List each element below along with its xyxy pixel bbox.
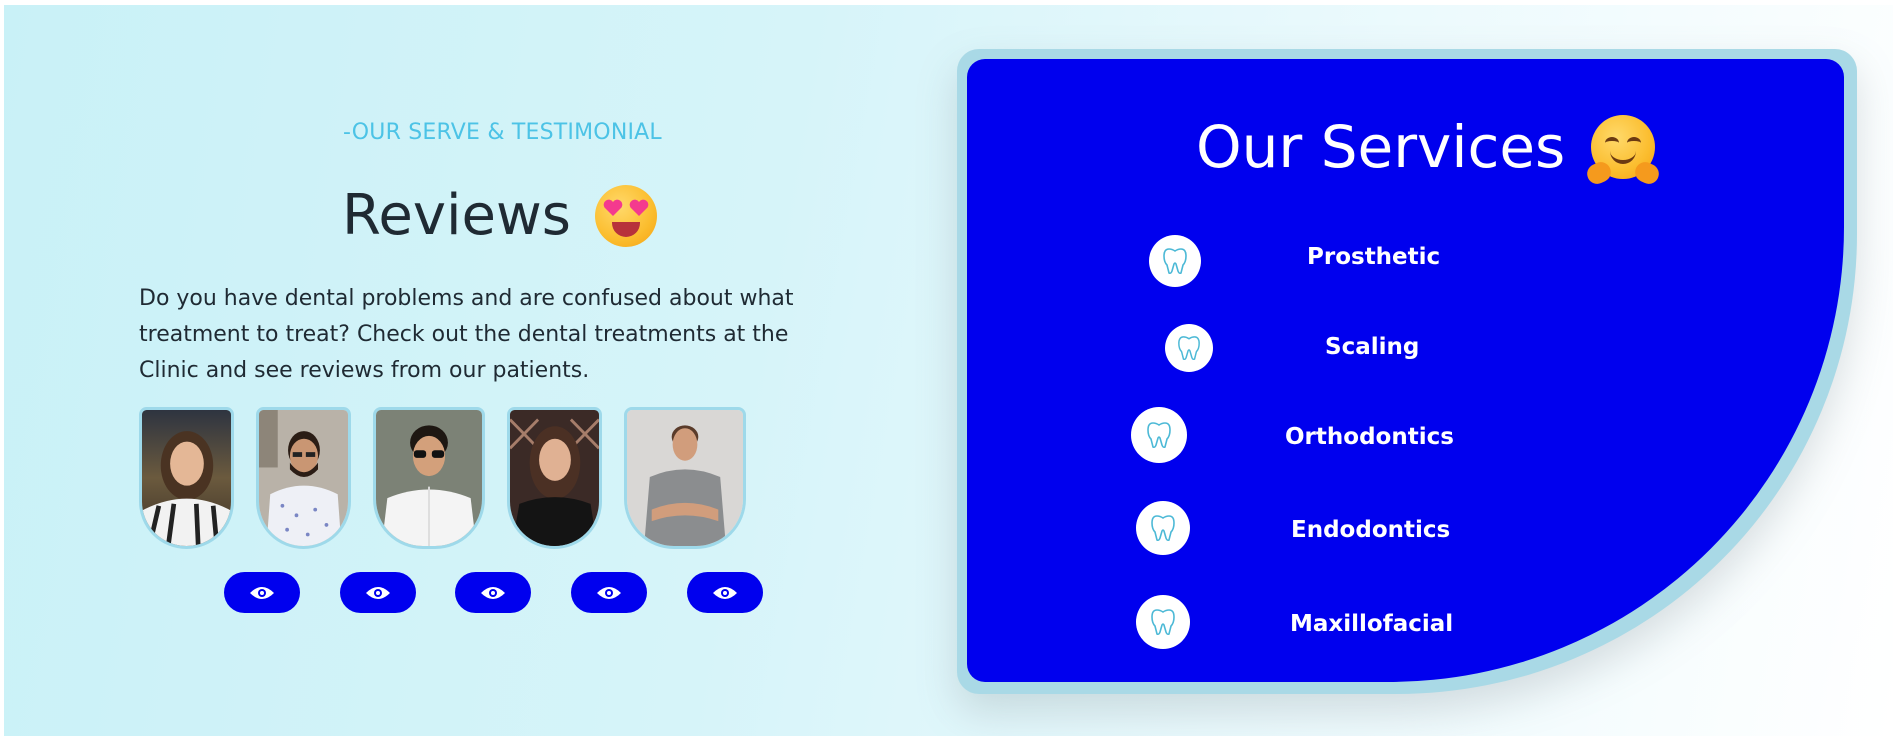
service-label-prosthetic: Prosthetic [1307, 244, 1441, 270]
patient-avatar-1 [139, 407, 234, 549]
reviews-title-text: Reviews [342, 183, 571, 248]
service-item-scaling[interactable] [1165, 324, 1213, 372]
eye-icon [481, 586, 505, 599]
service-item-prosthetic[interactable] [1149, 235, 1201, 287]
tooth-icon [1165, 324, 1213, 372]
view-review-button-3[interactable] [455, 572, 531, 613]
view-review-button-5[interactable] [687, 572, 763, 613]
service-label-scaling: Scaling [1325, 334, 1420, 360]
services-heading: Our Services [1196, 113, 1663, 188]
page-background: -OUR SERVE & TESTIMONIAL Reviews Do you … [4, 5, 1893, 736]
section-eyebrow: -OUR SERVE & TESTIMONIAL [343, 120, 662, 145]
reviews-description: Do you have dental problems and are conf… [139, 286, 794, 383]
service-label-endodontics: Endodontics [1291, 517, 1451, 543]
service-label-orthodontics: Orthodontics [1285, 424, 1454, 450]
service-item-endodontics[interactable] [1136, 501, 1190, 555]
eye-icon [250, 586, 274, 599]
tooth-icon [1136, 595, 1190, 649]
reviews-heading: Reviews [342, 183, 657, 248]
view-review-button-4[interactable] [571, 572, 647, 613]
tooth-icon [1136, 501, 1190, 555]
patient-avatar-4 [507, 407, 602, 549]
view-review-button-1[interactable] [224, 572, 300, 613]
patient-avatar-3 [373, 407, 485, 549]
patient-avatar-5 [624, 407, 746, 549]
eye-icon [713, 586, 737, 599]
view-review-button-2[interactable] [340, 572, 416, 613]
eye-icon [366, 586, 390, 599]
tooth-icon [1149, 235, 1201, 287]
service-item-maxillofacial[interactable] [1136, 595, 1190, 649]
eye-icon [597, 586, 621, 599]
tooth-icon [1131, 407, 1187, 463]
patient-avatar-2 [256, 407, 351, 549]
services-card: Our Services Prosthetic Scaling Orthodon… [967, 59, 1844, 682]
service-label-maxillofacial: Maxillofacial [1290, 611, 1454, 637]
services-card-frame: Our Services Prosthetic Scaling Orthodon… [957, 49, 1857, 694]
heart-eyes-emoji-icon [594, 184, 657, 247]
service-item-orthodontics[interactable] [1131, 407, 1187, 463]
services-title-text: Our Services [1196, 113, 1566, 181]
hugging-face-emoji-icon [1584, 115, 1663, 188]
